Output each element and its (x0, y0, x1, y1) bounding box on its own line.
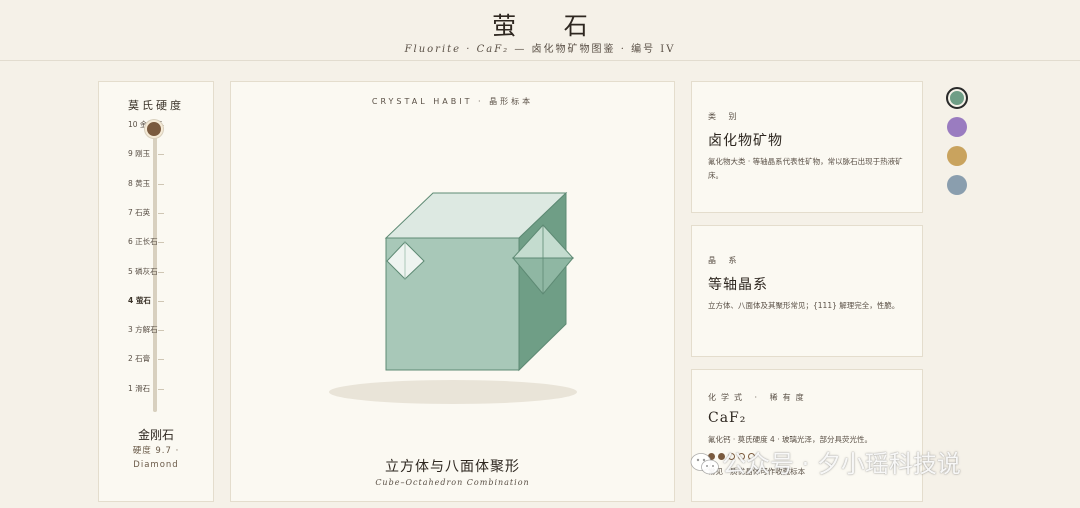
hardness-scale-title: 莫氏硬度 (128, 99, 184, 112)
page-subtitle: Fluorite · CaF₂ — 卤化物矿物图鉴 · 编号 IV (0, 40, 1080, 55)
card-label: 化学式 · 稀有度 (708, 393, 809, 402)
hardness-tick-mark (158, 242, 164, 244)
card-description: 氟化物大类 · 等轴晶系代表性矿物，常以脉石出现于热液矿床。 (708, 157, 903, 180)
hardness-tick[interactable]: 2 石膏 (99, 354, 205, 364)
hardness-tick-label: 2 石膏 (128, 354, 151, 364)
card-value: 等轴晶系 (708, 277, 768, 293)
wechat-icon (690, 453, 719, 475)
hardness-tick-mark (158, 388, 164, 390)
crystal-shadow (329, 380, 577, 404)
hardness-tick[interactable]: 8 黄玉 (99, 179, 205, 189)
card-label: 类 别 (708, 112, 742, 121)
crystal-form-latin: Cube–Octahedron Combination (375, 478, 530, 487)
info-card-category: 类 别 卤化物矿物 氟化物大类 · 等轴晶系代表性矿物，常以脉石出现于热液矿床。 (691, 81, 923, 213)
hardness-tick-label: 5 磷灰石 (128, 266, 158, 276)
selected-mineral-latin: Diamond (133, 460, 179, 470)
hardness-tick[interactable]: 3 方解石 (99, 325, 205, 335)
swatch-green[interactable] (946, 87, 968, 109)
selected-mineral-name: 金刚石 (137, 428, 174, 442)
hardness-tick-label: 1 滑石 (128, 383, 151, 393)
crystal-form-name: 立方体与八面体聚形 (385, 459, 520, 475)
selected-mineral-hardness: 硬度 9.7 · (132, 446, 180, 456)
swatch-slate[interactable] (947, 175, 967, 195)
card-description: 立方体、八面体及其聚形常见；{111} 解理完全，性脆。 (708, 301, 900, 310)
hardness-tick-mark (158, 359, 164, 361)
hardness-tick-mark (158, 300, 164, 302)
watermark-text: 公众号 · 夕小瑶科技说 (722, 450, 961, 478)
specimen-panel: CRYSTAL HABIT · 晶形标本 立方体与八面体聚形 Cube–Octa… (230, 81, 675, 502)
hardness-tick-label: 6 正长石 (128, 237, 158, 247)
hardness-tick[interactable]: 9 刚玉 (99, 149, 205, 159)
hardness-tick-mark (158, 271, 164, 273)
page-header: 萤 石 Fluorite · CaF₂ — 卤化物矿物图鉴 · 编号 IV (0, 0, 1080, 61)
card-label: 晶 系 (708, 256, 742, 265)
hardness-tick-mark (158, 154, 164, 156)
hardness-tick[interactable]: 4 萤石 (99, 296, 205, 306)
crystal-habit-label: CRYSTAL HABIT · 晶形标本 (371, 97, 534, 106)
hardness-tick[interactable]: 7 石英 (99, 208, 205, 218)
swatch-purple[interactable] (947, 117, 967, 137)
hardness-slider-knob[interactable] (145, 120, 163, 138)
hardness-scale-panel: 莫氏硬度 10 金刚石9 刚玉8 黄玉7 石英6 正长石5 磷灰石4 萤石3 方… (98, 81, 214, 502)
hardness-tick-label: 4 萤石 (128, 295, 151, 305)
hardness-tick-mark (158, 330, 164, 332)
hardness-tick[interactable]: 5 磷灰石 (99, 267, 205, 277)
hardness-tick-label: 3 方解石 (128, 325, 158, 335)
selected-mineral-detail: 硬度 9.7 · Diamond (99, 444, 213, 472)
card-value: CaF₂ (708, 410, 747, 426)
hardness-tick[interactable]: 1 滑石 (99, 384, 205, 394)
hardness-tick-mark (158, 183, 164, 185)
hardness-tick-mark (158, 212, 164, 214)
swatch-gold[interactable] (947, 146, 967, 166)
card-value: 卤化物矿物 (708, 133, 783, 149)
subtitle-rest: — 卤化物矿物图鉴 · 编号 IV (509, 44, 676, 55)
hardness-tick-label: 9 刚玉 (128, 149, 151, 159)
info-card-formula: 化学式 · 稀有度 CaF₂ 氟化钙 · 莫氏硬度 4 · 玻璃光泽，部分具荧光… (691, 369, 923, 502)
crystal-illustration (329, 191, 577, 404)
info-card-crystal-system: 晶 系 等轴晶系 立方体、八面体及其聚形常见；{111} 解理完全，性脆。 (691, 225, 923, 357)
hardness-tick-label: 7 石英 (128, 207, 151, 217)
hardness-tick[interactable]: 6 正长石 (99, 237, 205, 247)
card-description: 氟化钙 · 莫氏硬度 4 · 玻璃光泽，部分具荧光性。 (708, 435, 872, 444)
subtitle-latin: Fluorite · CaF₂ (404, 44, 510, 55)
page-title: 萤 石 (492, 12, 608, 40)
hardness-tick-label: 8 黄玉 (128, 178, 151, 188)
